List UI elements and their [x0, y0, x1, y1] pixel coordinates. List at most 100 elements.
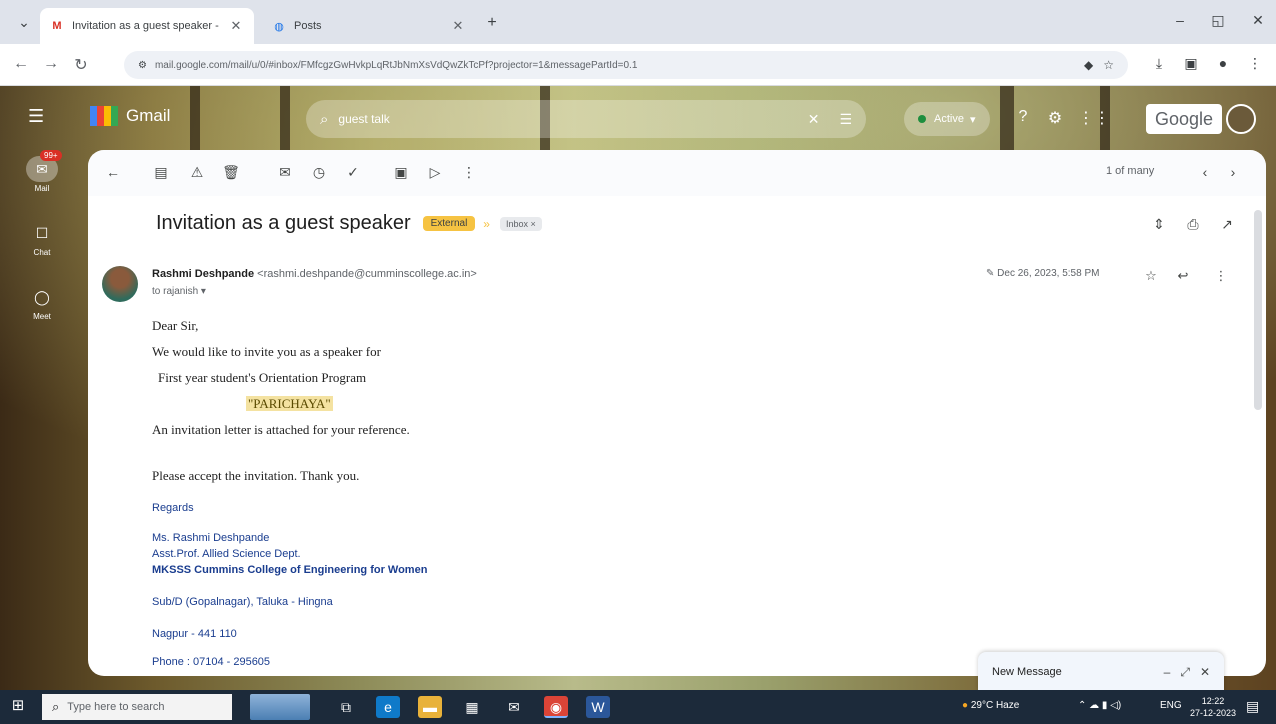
tab-close-icon[interactable]: ✕ — [450, 18, 466, 34]
print-icon[interactable]: ⎙ — [1182, 216, 1204, 233]
tab-title: Invitation as a guest speaker - — [72, 20, 219, 32]
status-selector[interactable]: Active ▾ — [904, 102, 990, 136]
download-icon[interactable]: ⤓ — [1148, 55, 1170, 72]
weather-widget[interactable]: ● 29°C Haze — [962, 700, 1019, 711]
search-icon[interactable]: ⌕ — [320, 111, 328, 128]
rail-item-mail[interactable]: ✉ 99+ Mail — [18, 150, 66, 220]
reply-icon[interactable]: ↩ — [1172, 268, 1194, 284]
word-icon[interactable]: W — [586, 696, 610, 718]
taskbar-search[interactable]: ⌕ Type here to search — [42, 694, 232, 720]
tab-posts[interactable]: ◍ Posts ✕ — [262, 8, 476, 44]
back-icon[interactable]: ← — [10, 55, 32, 73]
recipient-details[interactable]: to rajanish ▾ — [152, 286, 206, 297]
new-message-window[interactable]: New Message – ⤢ ✕ — [978, 652, 1224, 692]
signature-line: Sub/D (Gopalnagar), Taluka - Hingna — [152, 596, 333, 608]
highlighted-event-name: "PARICHAYA" — [246, 396, 333, 411]
apps-grid-icon[interactable]: ⋮⋮ — [1078, 108, 1110, 128]
side-rail: ✉ 99+ Mail ☐ Chat ◯ Meet — [18, 150, 66, 348]
label-icon[interactable]: ▷ — [424, 164, 446, 181]
close-compose-icon[interactable]: ✕ — [1200, 665, 1210, 679]
settings-gear-icon[interactable]: ⚙ — [1044, 108, 1066, 128]
mark-unread-icon[interactable]: ✉ — [274, 164, 296, 181]
tab-search-icon[interactable]: ⌄ — [12, 14, 36, 31]
archive-icon[interactable]: ▤ — [150, 164, 172, 181]
important-marker-icon[interactable]: » — [483, 217, 490, 231]
chrome-icon[interactable]: ◉ — [544, 696, 568, 718]
main-menu-icon[interactable]: ☰ — [28, 106, 44, 127]
new-tab-button[interactable]: + — [480, 14, 504, 32]
bookmark-star-icon[interactable]: ☆ — [1103, 58, 1114, 72]
tab-title: Posts — [294, 20, 322, 32]
gmail-m-icon — [90, 106, 118, 126]
google-account-button[interactable]: Google — [1146, 104, 1222, 134]
chat-icon: ☐ — [35, 225, 49, 241]
move-to-icon[interactable]: ▣ — [390, 164, 412, 181]
signature-line: MKSSS Cummins College of Engineering for… — [152, 564, 428, 576]
maximize-button[interactable]: ◱ — [1206, 12, 1230, 29]
windows-start-icon[interactable]: ⊞ — [6, 696, 30, 718]
search-options-icon[interactable]: ☰ — [839, 111, 852, 128]
delete-icon[interactable]: 🗑 — [220, 164, 242, 181]
more-actions-icon[interactable]: ⋮ — [458, 164, 480, 181]
browser-menu-icon[interactable]: ⋮ — [1244, 55, 1266, 72]
gmail-logo[interactable]: Gmail — [90, 106, 170, 126]
star-icon[interactable]: ☆ — [1140, 268, 1162, 284]
search-input[interactable]: guest talk — [338, 112, 787, 126]
extension-icon[interactable]: ◆ — [1084, 58, 1093, 72]
message-scrollbar[interactable] — [1254, 210, 1262, 410]
clear-search-icon[interactable]: ✕ — [808, 111, 820, 128]
address-bar[interactable]: ⚙ mail.google.com/mail/u/0/#inbox/FMfcgz… — [124, 51, 1128, 79]
clock[interactable]: 12:22 27-12-2023 — [1190, 695, 1236, 719]
open-new-window-icon[interactable]: ↗ — [1216, 216, 1238, 233]
rail-label: Chat — [33, 248, 51, 257]
sender-line: Rashmi Deshpande <rashmi.deshpande@cummi… — [152, 268, 477, 280]
attachment-icon: ✎ — [986, 268, 995, 279]
expand-all-icon[interactable]: ⇕ — [1148, 216, 1170, 233]
older-icon[interactable]: › — [1222, 164, 1244, 180]
edge-browser-icon[interactable]: e — [376, 696, 400, 718]
sender-name[interactable]: Rashmi Deshpande — [152, 268, 254, 280]
sidepanel-icon[interactable]: ▣ — [1180, 55, 1202, 72]
rail-item-meet[interactable]: ◯ Meet — [18, 284, 66, 348]
report-spam-icon[interactable]: ⚠ — [186, 164, 208, 181]
notification-icon[interactable]: ▤ — [1246, 698, 1259, 715]
paging-text: 1 of many — [1106, 165, 1155, 177]
search-icon: ⌕ — [52, 699, 60, 714]
tab-close-icon[interactable]: ✕ — [228, 18, 244, 34]
close-window-button[interactable]: ✕ — [1246, 12, 1270, 29]
reload-icon[interactable]: ↻ — [70, 55, 92, 75]
gmail-favicon-icon: M — [52, 20, 62, 32]
store-icon[interactable]: ▦ — [460, 696, 484, 718]
date-text: Dec 26, 2023, 5:58 PM — [997, 268, 1100, 279]
signature-line: Ms. Rashmi Deshpande — [152, 532, 270, 544]
minimize-button[interactable]: – — [1168, 12, 1192, 28]
mail-app-icon[interactable]: ✉ — [502, 696, 526, 718]
task-view-icon[interactable]: ⧉ — [334, 696, 358, 718]
add-task-icon[interactable]: ✓ — [342, 164, 364, 181]
newer-icon[interactable]: ‹ — [1194, 164, 1216, 180]
rail-item-chat[interactable]: ☐ Chat — [18, 220, 66, 284]
account-avatar[interactable] — [1226, 104, 1256, 134]
fullscreen-compose-icon[interactable]: ⤢ — [1180, 665, 1190, 680]
widgets-button[interactable] — [250, 694, 310, 720]
system-tray-icons[interactable]: ⌃ ☁ ▮ ◁) — [1078, 700, 1121, 711]
external-label-chip[interactable]: External — [422, 216, 476, 231]
forward-icon[interactable]: → — [40, 55, 62, 73]
tab-gmail[interactable]: M Invitation as a guest speaker - ✕ — [40, 8, 254, 44]
minimize-compose-icon[interactable]: – — [1164, 665, 1171, 679]
inbox-label-chip[interactable]: Inbox × — [499, 216, 542, 231]
body-line: Please accept the invitation. Thank you. — [152, 468, 360, 483]
body-line: We would like to invite you as a speaker… — [152, 344, 381, 359]
snooze-icon[interactable]: ◷ — [308, 164, 330, 181]
language-indicator[interactable]: ENG — [1160, 700, 1182, 711]
help-icon[interactable]: ? — [1012, 108, 1034, 126]
site-info-icon[interactable]: ⚙ — [138, 60, 147, 71]
rail-label: Mail — [34, 184, 50, 193]
sender-avatar[interactable] — [102, 266, 138, 302]
message-more-icon[interactable]: ⋮ — [1210, 268, 1232, 284]
file-explorer-icon[interactable]: ▬ — [418, 696, 442, 718]
profile-icon[interactable]: ● — [1212, 55, 1234, 71]
meet-icon: ◯ — [34, 289, 50, 305]
back-to-inbox-icon[interactable]: ← — [102, 164, 124, 180]
search-bar[interactable]: ⌕ guest talk ✕ ☰ — [306, 100, 866, 138]
